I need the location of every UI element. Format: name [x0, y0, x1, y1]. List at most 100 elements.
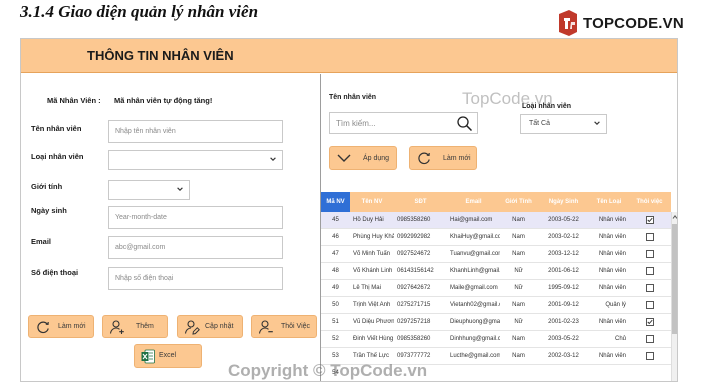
table-row[interactable]: 51 Vũ Diệu Phương 0297257218 Dieuphuong@gma…: [321, 314, 671, 331]
table-cell-type: Chủ: [614, 336, 626, 342]
scroll-up-icon[interactable]: [672, 214, 678, 220]
employee-name-input[interactable]: Nhập tên nhân viên: [108, 120, 283, 143]
resigned-checkbox[interactable]: [645, 216, 654, 224]
table-cell-dob: 2003-05-22: [548, 336, 579, 342]
edit-user-icon: [184, 320, 200, 335]
filter-type-select-value: Tất Cả: [529, 120, 551, 127]
resigned-checkbox[interactable]: [645, 250, 654, 258]
table-cell-dob: 2003-02-12: [548, 234, 579, 240]
table-cell-id: 49: [332, 285, 339, 291]
topcode-logo-text: TOPCODE.VN: [583, 14, 684, 32]
table-cell-resigned: [628, 297, 671, 313]
refresh-list-button[interactable]: Làm mới: [409, 146, 477, 170]
table-cell-type: Nhân viên: [598, 251, 626, 257]
document-heading: 3.1.4 Giao diện quản lý nhân viên: [20, 2, 259, 21]
table-cell-name: Võ Khánh Linh: [353, 268, 393, 274]
table-cell-gender: [500, 365, 537, 381]
resigned-checkbox[interactable]: [645, 267, 654, 275]
table-cell-type: Nhân viên: [598, 268, 626, 274]
scrollbar-thumb[interactable]: [672, 224, 677, 334]
table-cell-resigned: [628, 348, 671, 364]
add-employee-button[interactable]: Thêm: [102, 315, 168, 338]
update-employee-button[interactable]: Cập nhật: [177, 315, 243, 338]
table-cell-resigned: [628, 365, 671, 381]
refresh-form-button[interactable]: Làm mới: [28, 315, 94, 338]
employee-form-panel: Mã Nhân Viên : Mã nhân viên tự động tăng…: [21, 74, 320, 381]
refresh-icon: [418, 152, 430, 165]
table-header-cell[interactable]: Mã NV: [321, 192, 350, 212]
resigned-checkbox[interactable]: [645, 352, 654, 360]
search-icon[interactable]: [456, 115, 473, 132]
table-header-cell[interactable]: Giới Tính: [500, 192, 537, 212]
table-cell-resigned: [628, 280, 671, 296]
table-row[interactable]: 48 Võ Khánh Linh 06143156142 KhanhLinh@gmai…: [321, 263, 671, 280]
refresh-icon: [37, 321, 49, 334]
table-cell-resigned: [628, 314, 671, 330]
table-header-cell[interactable]: Tên NV: [350, 192, 394, 212]
add-employee-button-label: Thêm: [136, 323, 154, 330]
employee-type-label: Loại nhân viên: [31, 152, 84, 161]
table-cell-resigned: [628, 212, 671, 228]
refresh-list-button-label: Làm mới: [443, 155, 471, 162]
table-cell-phone: 06143156142: [397, 268, 434, 274]
apply-filter-button[interactable]: Áp dụng: [329, 146, 397, 170]
email-input[interactable]: abc@gmail.com: [108, 236, 283, 259]
topcode-logo: TOPCODE.VN: [556, 8, 684, 38]
table-row[interactable]: 46 Phùng Huy Khải 0992992982 KhaiHuy@gmail.…: [321, 229, 671, 246]
table-cell-phone: 0275271715: [397, 302, 431, 308]
table-header-cell[interactable]: SĐT: [394, 192, 447, 212]
table-row[interactable]: 49 Lê Thị Mai 0927642672 Maile@gmail.com Nữ 1…: [321, 280, 671, 297]
gender-label: Giới tính: [31, 182, 63, 191]
resigned-checkbox[interactable]: [645, 233, 654, 241]
employee-type-select[interactable]: [108, 150, 283, 170]
search-input-placeholder: Tìm kiếm...: [336, 119, 376, 128]
table-cell-name: Phùng Huy Khải: [353, 234, 394, 240]
table-row[interactable]: 52 Đinh Viết Hùng 0985358260 Dinhhung@gmail…: [321, 331, 671, 348]
table-header-cell[interactable]: Tên Loại: [590, 192, 628, 212]
phone-input[interactable]: Nhập số điện thoại: [108, 267, 283, 290]
table-cell-id: 47: [332, 251, 339, 257]
resign-employee-button-label: Thôi Việc: [281, 323, 311, 330]
apply-filter-button-label: Áp dụng: [363, 155, 390, 162]
resigned-checkbox[interactable]: [645, 318, 654, 326]
watermark-center: TopCode.vn: [462, 89, 553, 108]
table-cell-type: Nhân viên: [598, 217, 626, 223]
refresh-form-button-label: Làm mới: [58, 323, 86, 330]
gender-select[interactable]: [108, 180, 190, 200]
chevron-down-icon: [337, 154, 351, 162]
email-label: Email: [31, 237, 52, 246]
resigned-checkbox[interactable]: [645, 284, 654, 292]
table-cell-gender: Nam: [512, 302, 525, 308]
resigned-checkbox[interactable]: [645, 335, 654, 343]
table-cell-phone: 0992992982: [397, 234, 431, 240]
table-cell-phone: 0985358260: [397, 336, 431, 342]
dob-input[interactable]: Year-month-date: [108, 206, 283, 229]
table-row[interactable]: 45 Hồ Duy Hải 0985358260 Hai@gmail.com Nam 20…: [321, 212, 671, 229]
table-cell-phone: 0985358260: [397, 217, 431, 223]
table-cell-type: Nhân viên: [598, 285, 626, 291]
table-header-cell[interactable]: Ngày Sinh: [537, 192, 590, 212]
table-header-cell[interactable]: Email: [447, 192, 500, 212]
export-excel-button-label: Excel: [159, 352, 177, 359]
resign-employee-button[interactable]: Thôi Việc: [251, 315, 317, 338]
table-cell-email: Tuanvu@gmail.com: [450, 251, 500, 257]
table-cell-resigned: [628, 229, 671, 245]
table-cell-id: 50: [332, 302, 339, 308]
table-cell-type: Nhân viên: [598, 234, 626, 240]
table-cell-type: Nhân viên: [598, 353, 626, 359]
phone-label: Số điện thoại: [31, 268, 79, 277]
filter-type-select[interactable]: Tất Cả: [520, 114, 607, 134]
table-cell-id: 46: [332, 234, 339, 240]
employee-table: Mã NV Tên NV SĐT Email Giới Tính Ngày Sinh Tên…: [321, 192, 678, 381]
table-row[interactable]: 50 Trịnh Việt Anh 0275271715 Vietanh02@gmai…: [321, 297, 671, 314]
add-user-icon: [109, 320, 124, 334]
table-cell-dob: [537, 365, 590, 381]
table-cell-dob: 2001-06-12: [548, 268, 579, 274]
resigned-checkbox[interactable]: [645, 301, 654, 309]
table-row[interactable]: 47 Võ Minh Tuấn 0927524672 Tuanvu@gmail.com…: [321, 246, 671, 263]
employee-id-label: Mã Nhân Viên :: [47, 96, 101, 105]
table-header-cell[interactable]: Thôi việc: [628, 192, 671, 212]
chevron-down-icon: [270, 157, 276, 161]
search-input[interactable]: Tìm kiếm...: [329, 112, 478, 134]
export-excel-button[interactable]: Excel: [134, 344, 202, 368]
